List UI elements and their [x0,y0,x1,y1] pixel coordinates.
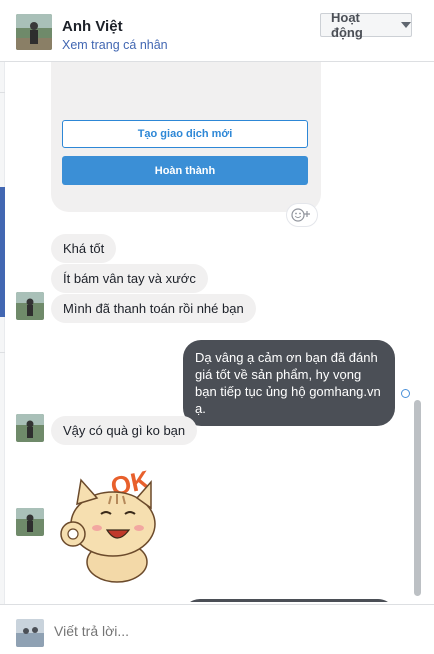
message-bubble-outgoing[interactable]: Dạ vâng ạ cảm ơn bạn đã đánh giá tốt về … [183,340,395,426]
user-avatar [16,619,44,647]
message-bubble[interactable]: Ít bám vân tay và xước [51,264,208,293]
message-list[interactable]: Tạo giao dịch mới Hoàn thành Khá tốt Ít … [5,62,416,602]
transaction-card: Tạo giao dịch mới Hoàn thành [51,62,321,212]
contact-avatar[interactable] [16,14,52,50]
message-bubble[interactable]: Khá tốt [51,234,117,263]
status-dropdown[interactable]: Hoạt động [320,10,412,40]
contact-name[interactable]: Anh Việt [62,18,123,35]
composer [0,604,434,654]
message-bubble[interactable]: Vậy có quà gì ko bạn [51,416,198,445]
status-label: Hoạt động [331,10,363,40]
contact-avatar-small[interactable] [16,292,44,320]
done-button[interactable]: Hoàn thành [62,156,308,185]
contact-avatar-small[interactable] [16,414,44,442]
chevron-down-icon [401,22,411,28]
add-reaction-button[interactable] [287,204,317,226]
reply-input[interactable] [54,619,404,643]
view-profile-link[interactable]: Xem trang cá nhân [62,38,168,52]
message-bubble[interactable]: Mình đã thanh toán rồi nhé bạn [51,294,256,323]
new-transaction-button[interactable]: Tạo giao dịch mới [62,120,308,148]
seen-check-icon [401,389,410,398]
chat-header: Anh Việt Xem trang cá nhân Hoạt động [0,0,434,62]
cat-ok-sticker[interactable]: OK [51,460,171,584]
contact-avatar-small[interactable] [16,508,44,536]
message-bubble-outgoing-partial[interactable] [182,599,396,602]
smiley-plus-icon [291,208,310,222]
scrollbar-thumb[interactable] [414,400,421,596]
